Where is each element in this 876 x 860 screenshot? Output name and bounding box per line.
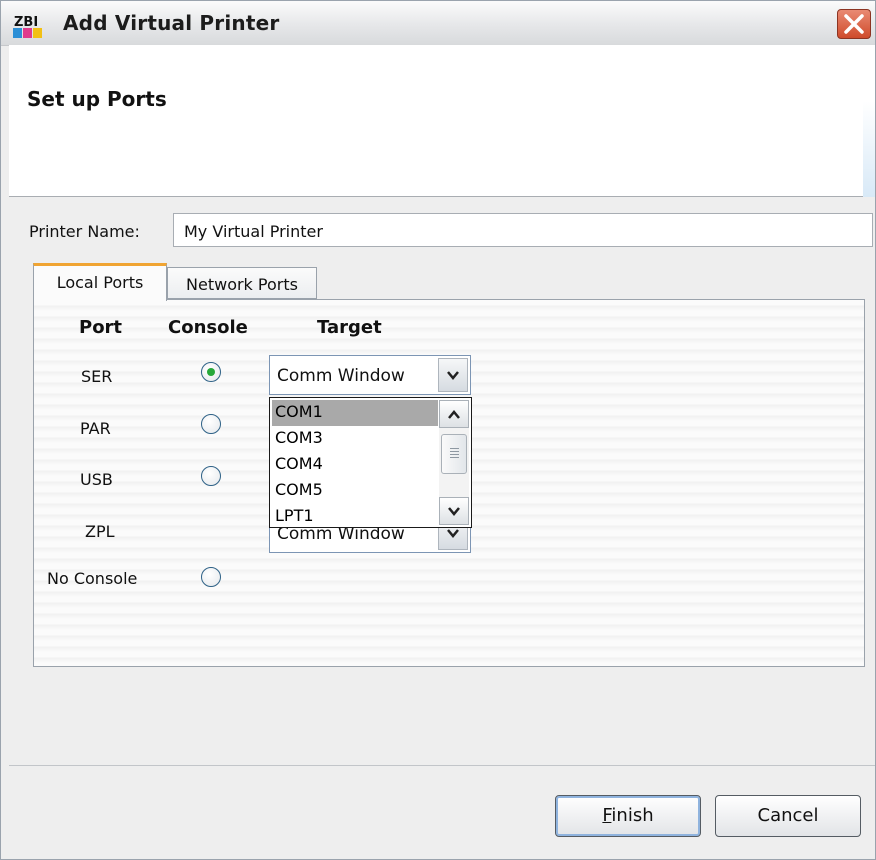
dropdown-scrollbar[interactable] bbox=[439, 400, 469, 525]
scroll-up-button[interactable] bbox=[439, 400, 469, 428]
zbi-logo-text: ZBI bbox=[14, 15, 38, 30]
port-label-ser: SER bbox=[81, 367, 113, 386]
printer-name-input[interactable]: My Virtual Printer bbox=[173, 213, 873, 247]
add-virtual-printer-dialog: ZBI Add Virtual Printer Set up Ports Pri… bbox=[0, 0, 876, 860]
footer-divider bbox=[9, 765, 875, 766]
chevron-down-icon bbox=[448, 507, 460, 516]
port-label-zpl: ZPL bbox=[85, 522, 115, 541]
column-header-port: Port bbox=[79, 317, 123, 338]
tab-network-ports[interactable]: Network Ports bbox=[167, 267, 317, 299]
target-select-ser[interactable]: Comm Window bbox=[269, 355, 471, 395]
column-header-target: Target bbox=[317, 317, 382, 338]
port-label-usb: USB bbox=[80, 470, 113, 489]
tab-local-ports[interactable]: Local Ports bbox=[33, 263, 167, 301]
finish-button[interactable]: Finish bbox=[555, 795, 701, 837]
target-select-ser-arrow[interactable] bbox=[438, 358, 468, 392]
chevron-down-icon bbox=[447, 529, 459, 538]
window-title: Add Virtual Printer bbox=[63, 11, 280, 35]
dropdown-option-com1[interactable]: COM1 bbox=[272, 400, 438, 426]
wizard-header: Set up Ports bbox=[9, 45, 875, 197]
cancel-button[interactable]: Cancel bbox=[715, 795, 861, 837]
scroll-thumb[interactable] bbox=[441, 434, 467, 474]
console-radio-usb[interactable] bbox=[201, 466, 221, 486]
zbi-app-icon: ZBI bbox=[13, 12, 59, 40]
title-bar[interactable]: ZBI Add Virtual Printer bbox=[1, 1, 875, 46]
close-button[interactable] bbox=[837, 9, 871, 39]
close-icon bbox=[844, 14, 864, 34]
dropdown-option-com3[interactable]: COM3 bbox=[272, 426, 438, 452]
port-label-par: PAR bbox=[80, 419, 111, 438]
console-radio-par[interactable] bbox=[201, 414, 221, 434]
port-label-no-console: No Console bbox=[47, 569, 138, 588]
chevron-down-icon bbox=[447, 371, 459, 380]
console-radio-no-console[interactable] bbox=[201, 567, 221, 587]
page-title: Set up Ports bbox=[27, 87, 167, 111]
target-dropdown-list[interactable]: COM1 COM3 COM4 COM5 LPT1 bbox=[269, 397, 472, 528]
printer-name-label: Printer Name: bbox=[29, 222, 140, 241]
target-select-ser-value: Comm Window bbox=[277, 366, 405, 386]
dropdown-option-lpt1[interactable]: LPT1 bbox=[272, 504, 438, 525]
chevron-up-icon bbox=[448, 410, 460, 419]
dropdown-option-com4[interactable]: COM4 bbox=[272, 452, 438, 478]
dropdown-option-com5[interactable]: COM5 bbox=[272, 478, 438, 504]
column-header-console: Console bbox=[168, 317, 248, 338]
scroll-down-button[interactable] bbox=[439, 497, 469, 525]
console-radio-ser[interactable] bbox=[201, 362, 221, 382]
